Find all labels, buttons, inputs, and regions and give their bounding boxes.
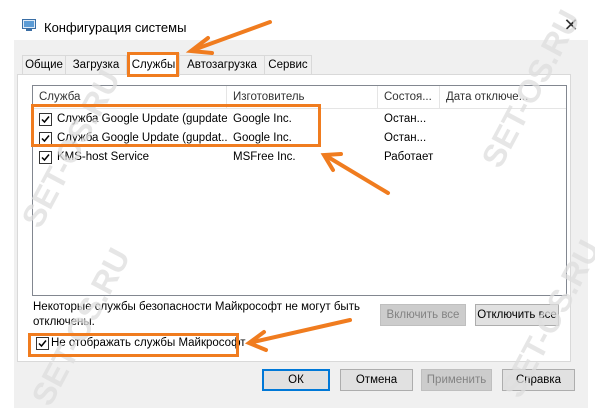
- service-name: KMS-host Service: [57, 151, 150, 163]
- service-date-disabled: [446, 148, 561, 167]
- tab-label: Общие: [25, 59, 63, 71]
- disable-all-button[interactable]: Отключить все: [475, 304, 559, 326]
- hide-microsoft-services-checkbox[interactable]: [36, 337, 49, 350]
- enable-all-button[interactable]: Включить все: [380, 304, 466, 326]
- cancel-button[interactable]: Отмена: [340, 369, 413, 391]
- service-manufacturer: Google Inc.: [233, 113, 292, 125]
- tab-startup[interactable]: Автозагрузка: [179, 55, 265, 75]
- table-row[interactable]: Служба Google Update (gupdat... Google I…: [33, 129, 566, 148]
- service-manufacturer: Google Inc.: [233, 132, 292, 144]
- list-header: Служба Изготовитель Состоя... Дата отклю…: [33, 86, 566, 109]
- tab-label: Загрузка: [72, 59, 120, 71]
- service-checkbox[interactable]: [39, 151, 52, 164]
- close-button[interactable]: ✕: [556, 13, 586, 37]
- checkmark-icon: [41, 116, 50, 124]
- ok-button[interactable]: ОК: [262, 369, 330, 391]
- service-manufacturer: MSFree Inc.: [233, 151, 296, 163]
- service-checkbox[interactable]: [39, 132, 52, 145]
- service-status: Остан...: [384, 132, 427, 144]
- checkmark-icon: [38, 340, 47, 348]
- service-date-disabled: [446, 129, 561, 148]
- title-bar[interactable]: Конфигурация системы ✕: [0, 0, 594, 40]
- tab-label: Службы: [131, 59, 176, 71]
- column-header-service[interactable]: Служба: [33, 86, 226, 108]
- service-name: Служба Google Update (gupdat...: [57, 132, 227, 144]
- security-services-note: Некоторые службы безопасности Майкрософт…: [33, 301, 360, 328]
- table-row[interactable]: KMS-host Service MSFree Inc. Работает: [33, 148, 566, 167]
- apply-button[interactable]: Применить: [421, 369, 492, 391]
- msconfig-app-icon: [22, 19, 36, 31]
- system-configuration-window: Конфигурация системы ✕ Общие Загрузка Сл…: [0, 0, 594, 408]
- close-icon: ✕: [563, 15, 579, 35]
- hide-microsoft-services-label: Не отображать службы Майкрософт: [51, 337, 246, 349]
- tab-label: Автозагрузка: [187, 59, 257, 71]
- service-status: Остан...: [384, 113, 427, 125]
- tab-tools[interactable]: Сервис: [264, 55, 312, 75]
- window-title: Конфигурация системы: [44, 20, 187, 35]
- services-list[interactable]: Служба Изготовитель Состоя... Дата отклю…: [32, 85, 567, 296]
- tab-boot[interactable]: Загрузка: [65, 55, 127, 75]
- service-date-disabled: [446, 110, 561, 129]
- checkmark-icon: [41, 135, 50, 143]
- column-header-manufacturer[interactable]: Изготовитель: [227, 86, 377, 108]
- column-header-status[interactable]: Состоя...: [378, 86, 439, 108]
- tab-services[interactable]: Службы: [127, 53, 180, 76]
- help-button[interactable]: Справка: [502, 369, 575, 391]
- tab-general[interactable]: Общие: [22, 55, 66, 75]
- column-header-date-disabled[interactable]: Дата отключе...: [440, 86, 566, 108]
- service-checkbox[interactable]: [39, 113, 52, 126]
- tab-label: Сервис: [268, 59, 308, 71]
- checkmark-icon: [41, 154, 50, 162]
- table-row[interactable]: Служба Google Update (gupdate) Google In…: [33, 110, 566, 129]
- service-status: Работает: [384, 151, 434, 163]
- service-name: Служба Google Update (gupdate): [57, 113, 227, 125]
